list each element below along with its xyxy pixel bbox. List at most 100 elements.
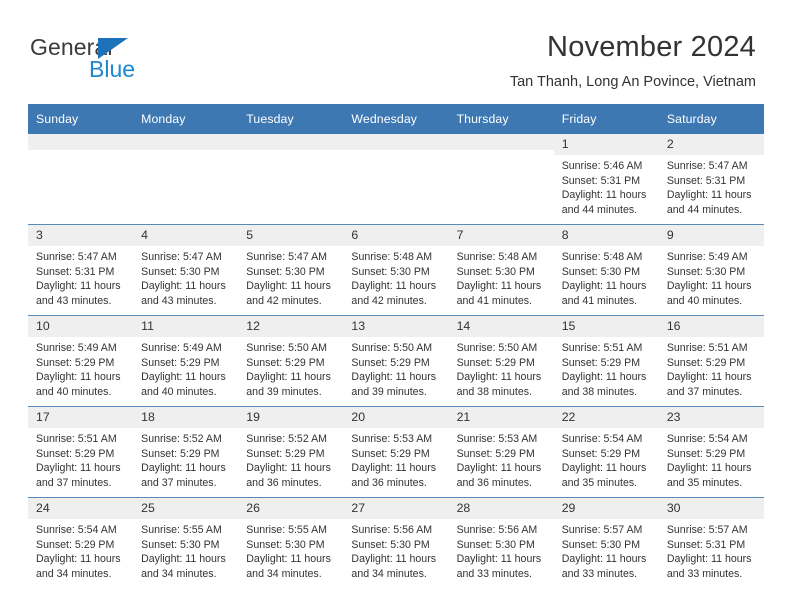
sunrise-time: Sunrise: 5:56 AM: [351, 524, 433, 536]
daylight-duration-line1: Daylight: 11 hours: [561, 371, 647, 384]
calendar-day-cell[interactable]: 27 Sunrise: 5:56 AM Sunset: 5:30 PM Dayligh…: [343, 497, 449, 588]
daylight-duration-line2: and 43 minutes.: [141, 294, 217, 307]
daylight-duration-line1: Daylight: 11 hours: [561, 462, 647, 475]
calendar-week-row: 3 Sunrise: 5:47 AM Sunset: 5:31 PM Daylight…: [28, 224, 764, 316]
sunrise-time: Sunrise: 5:50 AM: [246, 342, 327, 354]
day-details: Sunrise: 5:52 AM Sunset: 5:29 PM Daylight:…: [238, 428, 343, 490]
location-subtitle: Tan Thanh, Long An Povince, Vietnam: [509, 74, 756, 90]
calendar-day-cell[interactable]: 5 Sunrise: 5:47 AM Sunset: 5:30 PM Daylight…: [238, 224, 344, 316]
day-number: 13: [343, 316, 449, 337]
calendar-day-cell[interactable]: 30 Sunrise: 5:57 AM Sunset: 5:31 PM Dayligh…: [658, 497, 764, 588]
daylight-duration-line2: and 34 minutes.: [141, 567, 217, 580]
calendar-day-cell[interactable]: 8 Sunrise: 5:48 AM Sunset: 5:30 PM Daylight…: [553, 224, 659, 316]
sunset-time: Sunset: 5:31 PM: [561, 174, 641, 187]
daylight-duration-line1: Daylight: 11 hours: [456, 371, 542, 384]
sunset-time: Sunset: 5:29 PM: [141, 356, 220, 369]
calendar-day-cell[interactable]: 19 Sunrise: 5:52 AM Sunset: 5:29 PM Dayligh…: [238, 406, 344, 498]
sunset-time: Sunset: 5:29 PM: [561, 356, 641, 369]
day-number: [133, 134, 239, 150]
calendar-day-cell[interactable]: 28 Sunrise: 5:56 AM Sunset: 5:30 PM Dayligh…: [448, 497, 554, 588]
calendar-day-cell[interactable]: 2 Sunrise: 5:47 AM Sunset: 5:31 PM Daylight…: [658, 134, 764, 225]
day-details: Sunrise: 5:47 AM Sunset: 5:31 PM Daylight:…: [659, 155, 764, 217]
general-blue-logo[interactable]: General Blue: [30, 36, 200, 88]
day-number: [343, 134, 449, 150]
day-number: 14: [448, 316, 554, 337]
sunrise-time: Sunrise: 5:55 AM: [246, 524, 327, 536]
daylight-duration-line1: Daylight: 11 hours: [351, 371, 437, 384]
daylight-duration-line2: and 33 minutes.: [456, 567, 532, 580]
day-number: 23: [658, 407, 764, 428]
day-number: 27: [343, 498, 449, 519]
sunrise-time: Sunrise: 5:50 AM: [456, 342, 538, 354]
sunrise-time: Sunrise: 5:51 AM: [36, 433, 117, 445]
daylight-duration-line2: and 44 minutes.: [561, 203, 638, 216]
calendar-day-cell[interactable]: 9 Sunrise: 5:49 AM Sunset: 5:30 PM Daylight…: [658, 224, 764, 316]
calendar-day-cell[interactable]: 7 Sunrise: 5:48 AM Sunset: 5:30 PM Daylight…: [448, 224, 554, 316]
calendar-day-cell[interactable]: 24 Sunrise: 5:54 AM Sunset: 5:29 PM Dayligh…: [28, 497, 134, 588]
calendar-day-cell[interactable]: 12 Sunrise: 5:50 AM Sunset: 5:29 PM Dayligh…: [238, 315, 344, 407]
sunrise-time: Sunrise: 5:52 AM: [246, 433, 327, 445]
calendar-day-cell[interactable]: 4 Sunrise: 5:47 AM Sunset: 5:30 PM Daylight…: [133, 224, 239, 316]
day-details: Sunrise: 5:51 AM Sunset: 5:29 PM Daylight:…: [28, 428, 133, 490]
calendar-day-cell[interactable]: 10 Sunrise: 5:49 AM Sunset: 5:29 PM Dayligh…: [28, 315, 134, 407]
day-number: 10: [28, 316, 134, 337]
sunrise-time: Sunrise: 5:49 AM: [36, 342, 117, 354]
day-number: 29: [553, 498, 659, 519]
sunset-time: Sunset: 5:29 PM: [666, 447, 746, 460]
day-details: Sunrise: 5:49 AM Sunset: 5:30 PM Daylight:…: [659, 246, 764, 308]
sunset-time: Sunset: 5:29 PM: [141, 447, 220, 460]
calendar-day-cell[interactable]: 22 Sunrise: 5:54 AM Sunset: 5:29 PM Dayligh…: [553, 406, 659, 498]
daylight-duration-line1: Daylight: 11 hours: [666, 371, 752, 384]
calendar-day-cell[interactable]: 17 Sunrise: 5:51 AM Sunset: 5:29 PM Dayligh…: [28, 406, 134, 498]
calendar-day-cell[interactable]: 13 Sunrise: 5:50 AM Sunset: 5:29 PM Dayligh…: [343, 315, 449, 407]
calendar-day-cell[interactable]: 3 Sunrise: 5:47 AM Sunset: 5:31 PM Daylight…: [28, 224, 134, 316]
sunset-time: Sunset: 5:30 PM: [246, 265, 325, 278]
calendar-day-cell-empty: [448, 134, 554, 225]
daylight-duration-line2: and 37 minutes.: [141, 476, 217, 489]
calendar-day-cell[interactable]: 25 Sunrise: 5:55 AM Sunset: 5:30 PM Dayligh…: [133, 497, 239, 588]
sunrise-time: Sunrise: 5:57 AM: [561, 524, 643, 536]
sunrise-time: Sunrise: 5:52 AM: [141, 433, 222, 445]
day-details: Sunrise: 5:54 AM Sunset: 5:29 PM Daylight:…: [659, 428, 764, 490]
calendar-day-cell[interactable]: 6 Sunrise: 5:48 AM Sunset: 5:30 PM Daylight…: [343, 224, 449, 316]
sunset-time: Sunset: 5:30 PM: [456, 265, 535, 278]
calendar-day-cell[interactable]: 23 Sunrise: 5:54 AM Sunset: 5:29 PM Dayligh…: [658, 406, 764, 498]
daylight-duration-line1: Daylight: 11 hours: [561, 189, 647, 202]
day-details: Sunrise: 5:47 AM Sunset: 5:31 PM Daylight:…: [28, 246, 133, 308]
page-header: General Blue November 2024 Tan Thanh, Lo…: [0, 0, 792, 104]
calendar-day-cell[interactable]: 29 Sunrise: 5:57 AM Sunset: 5:30 PM Dayligh…: [553, 497, 659, 588]
calendar-day-cell[interactable]: 15 Sunrise: 5:51 AM Sunset: 5:29 PM Dayligh…: [553, 315, 659, 407]
calendar-week-row: 1 Sunrise: 5:46 AM Sunset: 5:31 PM Daylight…: [28, 134, 764, 225]
calendar-week-row: 24 Sunrise: 5:54 AM Sunset: 5:29 PM Dayligh…: [28, 497, 764, 588]
calendar-day-cell[interactable]: 1 Sunrise: 5:46 AM Sunset: 5:31 PM Daylight…: [553, 134, 659, 225]
daylight-duration-line1: Daylight: 11 hours: [351, 553, 437, 566]
sunrise-time: Sunrise: 5:48 AM: [561, 251, 643, 263]
daylight-duration-line1: Daylight: 11 hours: [666, 553, 752, 566]
day-number: 25: [133, 498, 239, 519]
sunset-time: Sunset: 5:29 PM: [246, 447, 325, 460]
day-number: 30: [658, 498, 764, 519]
sunrise-time: Sunrise: 5:53 AM: [456, 433, 538, 445]
calendar-day-cell[interactable]: 14 Sunrise: 5:50 AM Sunset: 5:29 PM Dayligh…: [448, 315, 554, 407]
calendar-page: General Blue November 2024 Tan Thanh, Lo…: [0, 0, 792, 612]
sunrise-time: Sunrise: 5:47 AM: [666, 160, 748, 172]
sunset-time: Sunset: 5:29 PM: [561, 447, 641, 460]
day-number: 15: [553, 316, 659, 337]
sunset-time: Sunset: 5:29 PM: [36, 538, 115, 551]
calendar-day-cell[interactable]: 18 Sunrise: 5:52 AM Sunset: 5:29 PM Dayligh…: [133, 406, 239, 498]
calendar-day-cell[interactable]: 11 Sunrise: 5:49 AM Sunset: 5:29 PM Dayligh…: [133, 315, 239, 407]
day-number: 19: [238, 407, 344, 428]
daylight-duration-line2: and 40 minutes.: [141, 385, 217, 398]
day-details: Sunrise: 5:54 AM Sunset: 5:29 PM Daylight:…: [28, 519, 133, 581]
calendar-day-cell[interactable]: 21 Sunrise: 5:53 AM Sunset: 5:29 PM Dayligh…: [448, 406, 554, 498]
calendar-day-cell[interactable]: 26 Sunrise: 5:55 AM Sunset: 5:30 PM Dayligh…: [238, 497, 344, 588]
calendar-day-cell[interactable]: 20 Sunrise: 5:53 AM Sunset: 5:29 PM Dayligh…: [343, 406, 449, 498]
day-number: 18: [133, 407, 239, 428]
sunrise-time: Sunrise: 5:54 AM: [666, 433, 748, 445]
day-details: Sunrise: 5:52 AM Sunset: 5:29 PM Daylight:…: [133, 428, 238, 490]
day-details: Sunrise: 5:50 AM Sunset: 5:29 PM Daylight:…: [343, 337, 448, 399]
sunset-time: Sunset: 5:30 PM: [141, 538, 220, 551]
sunrise-time: Sunrise: 5:57 AM: [666, 524, 748, 536]
daylight-duration-line2: and 38 minutes.: [561, 385, 638, 398]
calendar-day-cell[interactable]: 16 Sunrise: 5:51 AM Sunset: 5:29 PM Dayligh…: [658, 315, 764, 407]
